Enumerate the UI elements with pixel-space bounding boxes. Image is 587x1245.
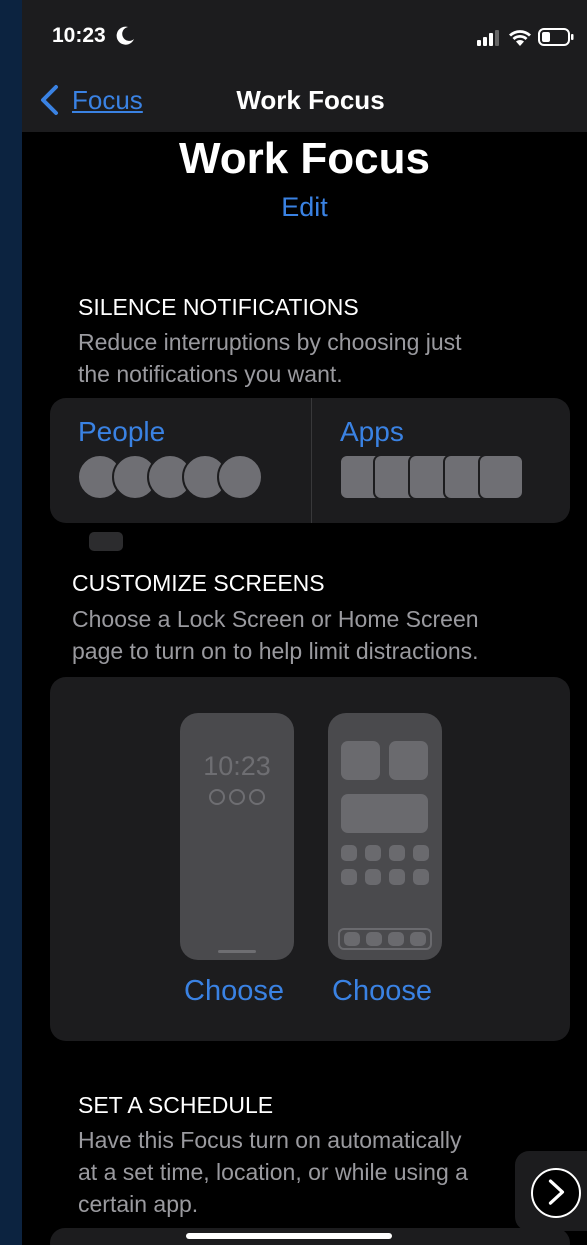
app-tile [341,869,357,885]
customize-screens-card: 10:23 Choose Choose [50,677,570,1041]
dock-outline [338,928,432,950]
navigation-bar: Focus Work Focus [22,64,587,132]
app-icon-placeholder [478,454,524,500]
chevron-right-icon [548,1179,565,1205]
people-option[interactable]: People [50,398,311,523]
silence-notifications-title: SILENCE NOTIFICATIONS [78,294,359,320]
phone-screen: 10:23 Focus Work Focus Work Focus Edit S… [22,0,587,1245]
person-avatar [217,454,263,500]
dock-tile [344,932,360,946]
dock-tile [410,932,426,946]
app-tile [413,869,429,885]
edit-button[interactable]: Edit [22,192,587,223]
set-schedule-title: SET A SCHEDULE [78,1092,274,1118]
widget-dot [229,789,245,805]
next-button-circle [531,1168,581,1218]
page-title: Work Focus [178,134,430,183]
status-time: 10:23 [52,24,106,47]
apps-option[interactable]: Apps [312,398,570,523]
app-tile [341,845,357,861]
widget-tile [341,741,380,780]
lock-screen-preview[interactable]: 10:23 [180,713,294,960]
signal-icon [477,30,499,46]
widget-tile [389,741,428,780]
apps-label: Apps [340,416,404,447]
app-tile [413,845,429,861]
choose-home-screen-button[interactable]: Choose [332,975,432,1008]
people-label: People [78,416,166,447]
wifi-icon [509,30,531,46]
home-screen-preview[interactable] [328,713,442,960]
next-button[interactable] [515,1151,587,1231]
app-tile [389,869,405,885]
silence-card: People Apps [50,398,570,523]
app-tile [365,845,381,861]
page-indicator [89,532,123,551]
back-button[interactable]: Focus [38,82,143,118]
nav-title: Work Focus [236,85,385,115]
moon-icon [116,26,134,45]
lock-preview-time: 10:23 [203,751,271,781]
app-tile [389,845,405,861]
customize-screens-description: Choose a Lock Screen or Home Screen page… [72,606,479,664]
chevron-left-icon [41,85,58,115]
battery-icon [538,28,574,46]
widget-tile [341,794,428,833]
mini-home-bar [218,950,256,953]
choose-lock-screen-button[interactable]: Choose [184,975,284,1008]
customize-screens-title: CUSTOMIZE SCREENS [72,570,325,596]
app-tile [365,869,381,885]
dock-tile [366,932,382,946]
status-bar: 10:23 [22,0,587,64]
dock-tile [388,932,404,946]
home-indicator[interactable] [186,1233,392,1239]
widget-dot [209,789,225,805]
set-schedule-description: Have this Focus turn on automatically at… [78,1127,468,1217]
back-button-label: Focus [72,84,143,115]
silence-notifications-description: Reduce interruptions by choosing just th… [78,329,462,387]
widget-dot [249,789,265,805]
